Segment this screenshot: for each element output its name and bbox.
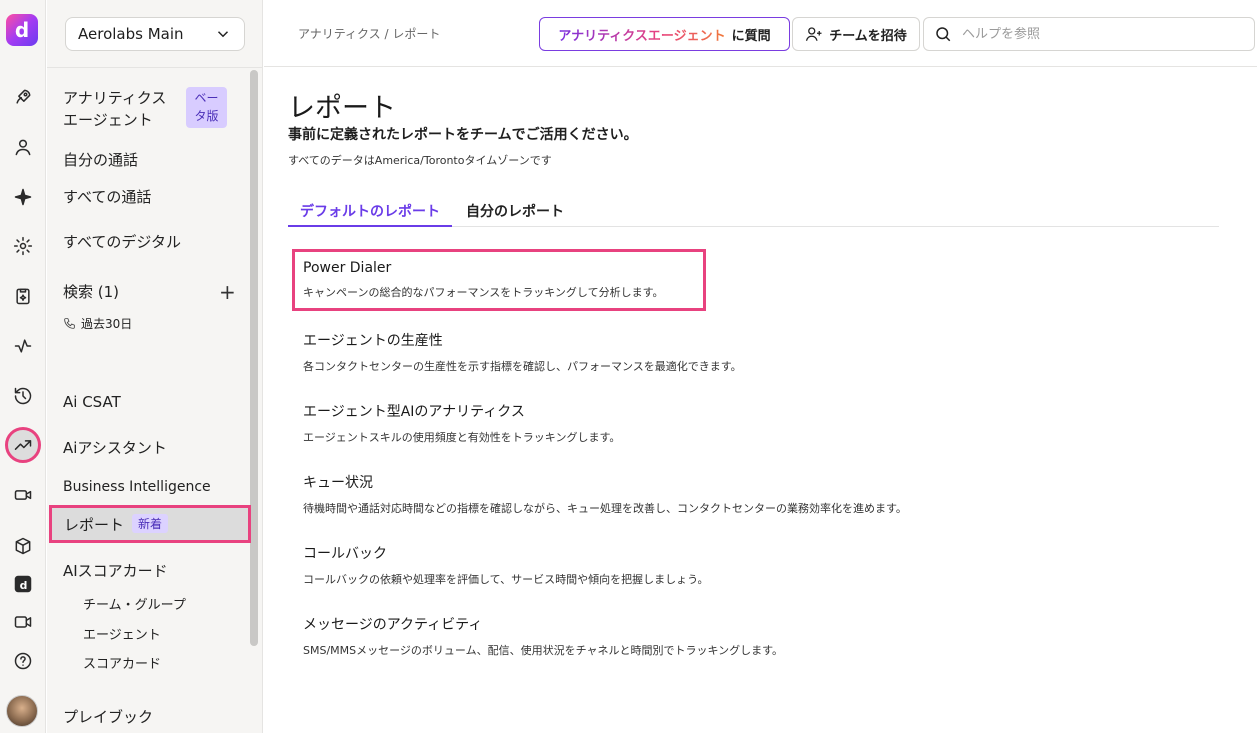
chevron-down-icon [217, 31, 229, 38]
sidebar-item-reports[interactable]: レポート 新着 [49, 505, 251, 543]
workspace-selector[interactable]: Aerolabs Main [65, 17, 245, 51]
sidebar-item-ai-csat[interactable]: Ai CSAT [63, 393, 121, 411]
saved-search-label: 過去30日 [81, 317, 133, 331]
sidebar-item-all-calls[interactable]: すべての通話 [63, 186, 151, 207]
dialpad-logo[interactable]: d [6, 14, 38, 46]
logo-letter: d [14, 18, 30, 42]
history-icon[interactable] [9, 382, 37, 410]
icon-rail: d d [0, 0, 46, 733]
sidebar-item-ai-assistant[interactable]: Aiアシスタント [63, 437, 167, 458]
main-content: レポート 事前に定義されたレポートをチームでご活用ください。 すべてのデータはA… [264, 68, 1257, 733]
report-item-callback[interactable]: コールバック コールバックの依頼や処理率を評価して、サービス時間や傾向を把握しま… [303, 543, 708, 587]
tab-my-reports[interactable]: 自分のレポート [454, 201, 576, 227]
report-item-message-activity[interactable]: メッセージのアクティビティ SMS/MMSメッセージのボリューム、配信、使用状況… [303, 614, 783, 658]
new-badge: 新着 [132, 514, 169, 533]
ask-analytics-agent-button[interactable]: アナリティクスエージェント に質問 [539, 17, 790, 51]
pulse-icon[interactable] [9, 332, 37, 360]
sidebar-item-reports-label: レポート [64, 516, 125, 534]
report-title: エージェントの生産性 [303, 333, 443, 349]
avatar[interactable] [6, 695, 38, 727]
ask-agent-label: アナリティクスエージェント [558, 25, 725, 44]
divider [47, 67, 263, 68]
sidebar-item-agent[interactable]: エージェント [83, 624, 161, 643]
workspace-name: Aerolabs Main [78, 25, 184, 43]
report-description: コールバックの依頼や処理率を評価して、サービス時間や傾向を把握しましょう。 [303, 573, 709, 586]
rocket-icon[interactable] [9, 83, 37, 111]
sidebar-item-team-group[interactable]: チーム・グループ [83, 594, 186, 613]
sidebar-item-ai-scorecard[interactable]: AIスコアカード [63, 560, 168, 581]
report-item-power-dialer[interactable]: Power Dialer キャンペーンの総合的なパフォーマンスをトラッキングして… [292, 249, 706, 311]
report-title: キュー状況 [303, 475, 373, 491]
report-title: エージェント型AIのアナリティクス [303, 404, 525, 420]
app: d d Aerolabs Main アナリティクス エージェント ベー タ版 自… [0, 0, 1257, 733]
help-search[interactable] [923, 17, 1255, 51]
sidebar-item-search[interactable]: 検索 (1) [63, 281, 119, 302]
report-item-agent-productivity[interactable]: エージェントの生産性 各コンタクトセンターの生産性を示す指標を確認し、パフォーマ… [303, 330, 742, 374]
phone-icon [64, 318, 75, 329]
report-description: エージェントスキルの使用頻度と有効性をトラッキングします。 [303, 431, 621, 444]
invite-team-label: チームを招待 [829, 28, 907, 44]
beta-badge: ベー タ版 [186, 87, 227, 128]
user-icon[interactable] [9, 133, 37, 161]
gear-icon[interactable] [9, 232, 37, 260]
sidebar-item-scorecard[interactable]: スコアカード [83, 653, 161, 672]
sidebar: Aerolabs Main アナリティクス エージェント ベー タ版 自分の通話… [47, 0, 263, 733]
sidebar-item-analytics-agent[interactable]: アナリティクス エージェント [63, 87, 166, 131]
timezone-note: すべてのデータはAmerica/Torontoタイムゾーンです [288, 154, 552, 167]
dialpad-logo-icon[interactable]: d [9, 570, 37, 598]
search-input[interactable] [962, 26, 1242, 42]
sidebar-item-my-calls[interactable]: 自分の通話 [63, 149, 138, 170]
sidebar-item-all-digital[interactable]: すべてのデジタル [63, 231, 181, 252]
report-description: SMS/MMSメッセージのボリューム、配信、使用状況をチャネルと時間別でトラッキ… [303, 644, 784, 657]
sparkle-icon[interactable] [9, 183, 37, 211]
add-search-button[interactable]: + [219, 280, 236, 304]
report-description: キャンペーンの総合的なパフォーマンスをトラッキングして分析します。 [303, 286, 664, 299]
clipboard-icon[interactable] [9, 282, 37, 310]
report-title: メッセージのアクティビティ [303, 617, 483, 633]
trending-up-icon[interactable] [5, 427, 41, 463]
video-icon[interactable] [9, 608, 37, 636]
search-icon [936, 27, 951, 42]
report-title: Power Dialer [303, 260, 392, 276]
report-tabs: デフォルトのレポート 自分のレポート [288, 201, 1219, 227]
report-item-queue-status[interactable]: キュー状況 待機時間や通話対応時間などの指標を確認しながら、キュー処理を改善し、… [303, 472, 907, 516]
camera-icon[interactable] [9, 481, 37, 509]
invite-team-button[interactable]: チームを招待 [792, 17, 920, 51]
report-description: 各コンタクトセンターの生産性を示す指標を確認し、パフォーマンスを最適化できます。 [303, 360, 742, 373]
box-icon[interactable] [9, 532, 37, 560]
sidebar-scrollbar[interactable] [250, 70, 258, 646]
sidebar-item-playbook[interactable]: プレイブック [63, 706, 153, 727]
report-description: 待機時間や通話対応時間などの指標を確認しながら、キュー処理を改善し、コンタクトセ… [303, 502, 907, 515]
report-item-agentic-ai-analytics[interactable]: エージェント型AIのアナリティクス エージェントスキルの使用頻度と有効性をトラッ… [303, 401, 620, 445]
help-icon[interactable] [9, 647, 37, 675]
page-title: レポート [288, 93, 396, 124]
page-subtitle: 事前に定義されたレポートをチームでご活用ください。 [288, 127, 638, 143]
breadcrumb: アナリティクス / レポート [298, 27, 441, 41]
add-user-icon [806, 27, 822, 41]
ask-suffix-label: に質問 [731, 28, 771, 44]
top-bar: アナリティクス / レポート アナリティクスエージェント に質問 チームを招待 [264, 0, 1257, 67]
svg-text:d: d [20, 579, 28, 592]
saved-search-item[interactable]: 過去30日 [63, 315, 132, 332]
tab-default-reports[interactable]: デフォルトのレポート [288, 201, 452, 227]
report-title: コールバック [303, 546, 387, 562]
sidebar-item-business-intelligence[interactable]: Business Intelligence [63, 479, 211, 495]
